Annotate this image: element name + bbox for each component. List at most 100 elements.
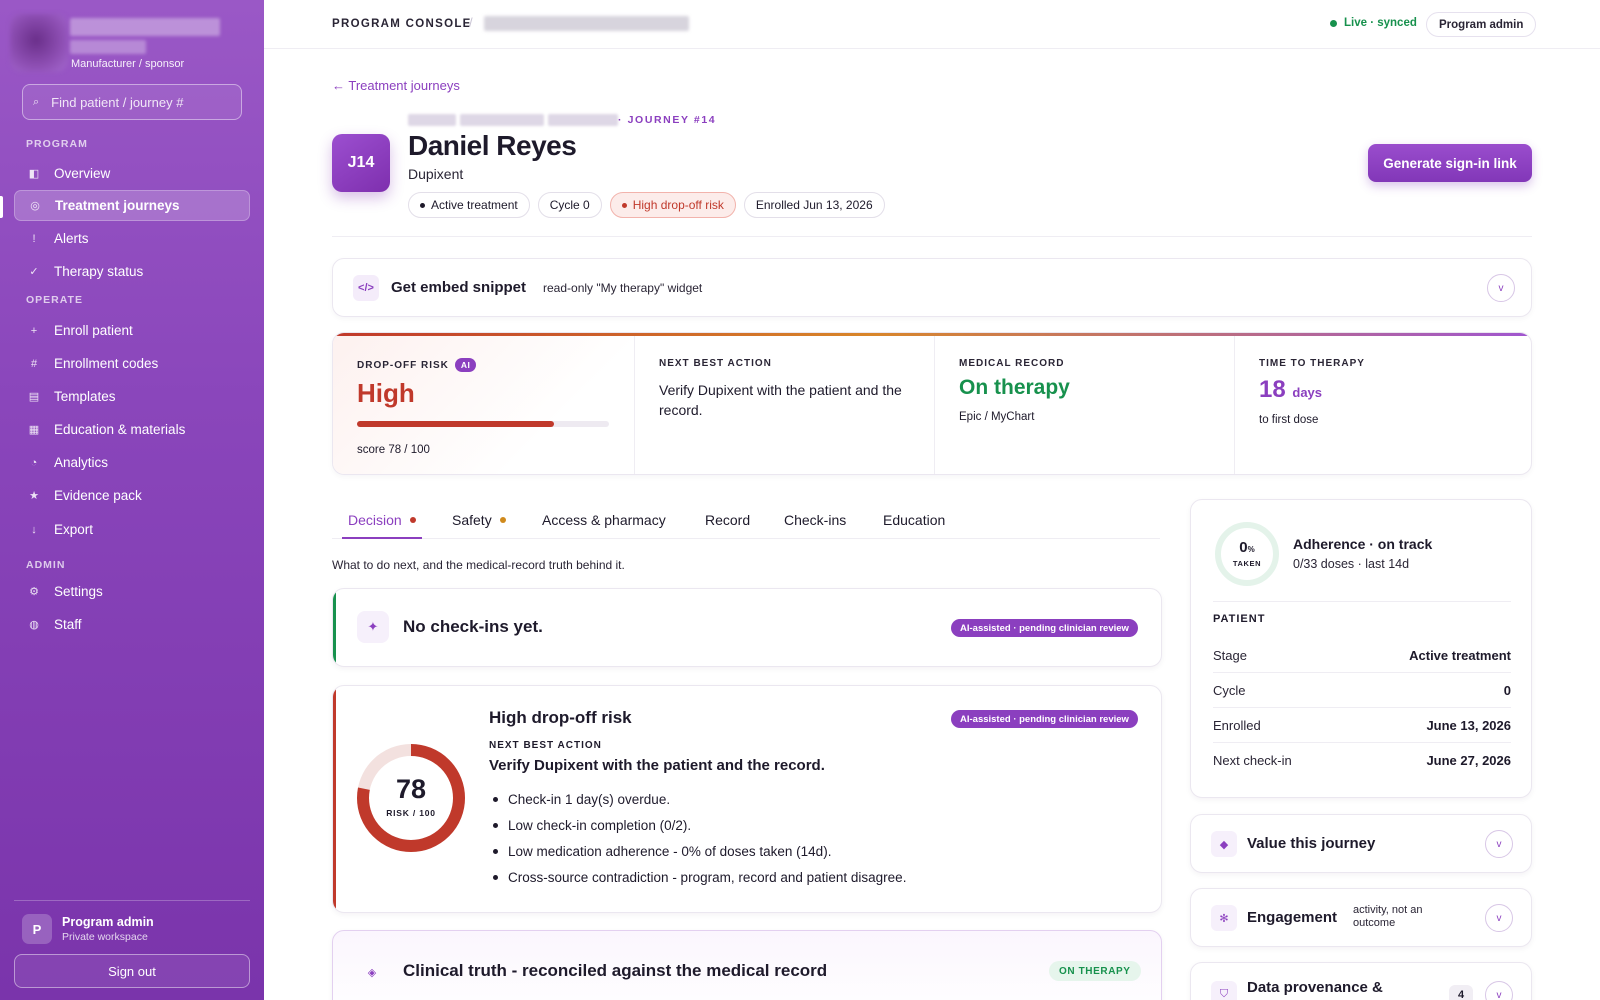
chevron-down-icon[interactable]: v	[1487, 274, 1515, 302]
sidebar-item-enrollment-codes[interactable]: # Enrollment codes	[14, 348, 250, 379]
patient-row-next-checkin: Next check-in June 27, 2026	[1213, 753, 1511, 768]
risk-detail-card: 78 RISK / 100 High drop-off risk AI-assi…	[332, 685, 1162, 913]
stat-label: NEXT BEST ACTION	[659, 358, 772, 369]
ai-review-badge: AI-assisted · pending clinician review	[951, 619, 1138, 637]
embed-snippet-card[interactable]: </> Get embed snippet read-only "My ther…	[332, 258, 1532, 317]
embed-subtitle: read-only "My therapy" widget	[543, 281, 703, 295]
adherence-subtitle: 0/33 doses · last 14d	[1293, 557, 1410, 571]
list-item: Check-in 1 day(s) overdue.	[489, 786, 906, 812]
breadcrumb-redacted	[484, 16, 689, 31]
tab-access-pharmacy[interactable]: Access & pharmacy	[542, 512, 666, 528]
sidebar-item-staff[interactable]: ◍ Staff	[14, 609, 250, 640]
medical-record-source: Epic / MyChart	[959, 411, 1035, 423]
sidebar-item-overview[interactable]: ◧ Overview	[14, 158, 250, 189]
tab-check-ins[interactable]: Check-ins	[784, 512, 846, 528]
summary-stats: DROP-OFF RISK AI High score 78 / 100 NEXT…	[332, 332, 1532, 475]
patient-name: Daniel Reyes	[408, 130, 577, 161]
sidebar: Manufacturer / sponsor ⌕ PROGRAM ◧Overvi…	[0, 0, 264, 1000]
patient-row-cycle: Cycle 0	[1213, 673, 1511, 708]
sparkle-icon: ✦	[357, 611, 389, 643]
sidebar-item-export[interactable]: ↓ Export	[14, 514, 250, 545]
clinical-truth-card[interactable]: ◈ Clinical truth - reconciled against th…	[332, 930, 1162, 1000]
sidebar-item-therapy-status[interactable]: ✓ Therapy status	[14, 256, 250, 287]
sidebar-item-settings[interactable]: ⚙ Settings	[14, 576, 250, 607]
organization-subtitle-redacted	[70, 40, 146, 54]
risk-progress-bar	[357, 421, 609, 427]
stat-medical-record: MEDICAL RECORD On therapy Epic / MyChart	[935, 336, 1235, 474]
search-input[interactable]	[51, 94, 222, 110]
breadcrumb-redacted-2	[460, 114, 544, 126]
tab-decision[interactable]: Decision	[348, 512, 416, 528]
book-icon: ▦	[28, 424, 40, 436]
breadcrumb-redacted-1	[408, 114, 456, 126]
sidebar-item-evidence-pack[interactable]: ★ Evidence pack	[14, 480, 250, 511]
ai-badge: AI	[454, 358, 477, 372]
patient-row-stage: Stage Active treatment	[1213, 638, 1511, 673]
sidebar-item-treatment-journeys[interactable]: ◎ Treatment journeys	[14, 190, 250, 221]
ai-review-badge: AI-assisted · pending clinician review	[951, 710, 1138, 728]
sidebar-item-analytics[interactable]: ◔ Analytics	[14, 447, 250, 478]
stat-next-best-action: NEXT BEST ACTION Verify Dupixent with th…	[635, 336, 935, 474]
alert-dot-icon	[409, 517, 416, 523]
organization-role: Manufacturer / sponsor	[71, 58, 185, 70]
code-icon: </>	[353, 275, 379, 301]
risk-chip: High drop-off risk	[609, 192, 736, 218]
adherence-taken-label: TAKEN	[1232, 559, 1262, 568]
bullet-icon	[621, 202, 627, 208]
search-icon: ⌕	[33, 95, 40, 108]
shield-icon: ⛉	[1211, 981, 1237, 1000]
back-to-journeys-link[interactable]: ← Treatment journeys	[332, 78, 460, 93]
section-admin: ADMIN	[26, 559, 66, 571]
staff-icon: ◍	[29, 619, 39, 631]
list-item: Low medication adherence - 0% of doses t…	[489, 838, 906, 864]
avatar: P	[22, 914, 52, 944]
cycle-chip: Cycle 0	[537, 192, 602, 218]
organization-name-redacted	[70, 18, 220, 36]
console-title: PROGRAM CONSOLE	[332, 18, 472, 30]
role-badge[interactable]: Program admin	[1426, 12, 1537, 37]
sidebar-item-alerts[interactable]: ! Alerts	[14, 223, 250, 254]
engagement-icon: ✻	[1211, 905, 1237, 931]
tab-education[interactable]: Education	[883, 512, 945, 528]
chevron-down-icon[interactable]: v	[1485, 981, 1513, 1000]
patient-search[interactable]: ⌕	[22, 84, 242, 120]
risk-progress-fill	[357, 421, 554, 427]
download-icon: ↓	[31, 523, 37, 536]
chevron-down-icon[interactable]: v	[1485, 904, 1513, 932]
sign-out-button[interactable]: Sign out	[14, 954, 250, 988]
overview-icon: ◧	[28, 168, 40, 180]
check-icon: ✓	[29, 266, 39, 278]
list-item: Cross-source contradiction - program, re…	[489, 864, 906, 890]
sidebar-item-templates[interactable]: ▤ Templates	[14, 381, 250, 412]
sidebar-divider	[14, 900, 250, 901]
sidebar-item-enroll-patient[interactable]: + Enroll patient	[14, 315, 250, 346]
provenance-count-badge: 4	[1449, 985, 1473, 1000]
value-journey-title: Value this journey	[1247, 835, 1376, 852]
next-action-text: Verify Dupixent with the patient and the…	[659, 382, 902, 418]
generate-sign-in-link-button[interactable]: Generate sign-in link	[1368, 144, 1532, 182]
data-provenance-accordion[interactable]: ⛉ Data provenance & 4 v	[1190, 962, 1532, 1000]
checkin-title: No check-ins yet.	[403, 617, 543, 636]
detail-tabs: Decision Safety Access & pharmacy Record…	[332, 500, 1160, 539]
value-journey-accordion[interactable]: ◆ Value this journey v	[1190, 814, 1532, 873]
card-accent	[333, 589, 336, 666]
stage-chip: Active treatment	[408, 192, 530, 218]
engagement-accordion[interactable]: ✻ Engagement activity, not an outcome v	[1190, 888, 1532, 947]
card-accent	[333, 686, 336, 912]
patient-section-label: PATIENT	[1213, 613, 1266, 625]
journey-icon: ◎	[30, 200, 40, 212]
risk-score-value: 78	[395, 774, 427, 804]
user-profile[interactable]: P Program admin Private workspace	[22, 914, 154, 944]
tab-caption: What to do next, and the medical-record …	[332, 558, 625, 572]
tab-record[interactable]: Record	[705, 512, 750, 528]
section-program: PROGRAM	[26, 138, 88, 150]
stat-label: MEDICAL RECORD	[959, 358, 1065, 369]
medical-record-status: On therapy	[959, 376, 1070, 399]
bullet-icon	[420, 202, 425, 208]
chevron-down-icon[interactable]: v	[1485, 830, 1513, 858]
checkin-card: ✦ No check-ins yet. AI-assisted · pendin…	[332, 588, 1162, 667]
tab-safety[interactable]: Safety	[452, 512, 506, 528]
star-icon: ★	[29, 490, 39, 502]
journey-badge: J14	[332, 134, 390, 192]
sidebar-item-education[interactable]: ▦ Education & materials	[14, 414, 250, 445]
